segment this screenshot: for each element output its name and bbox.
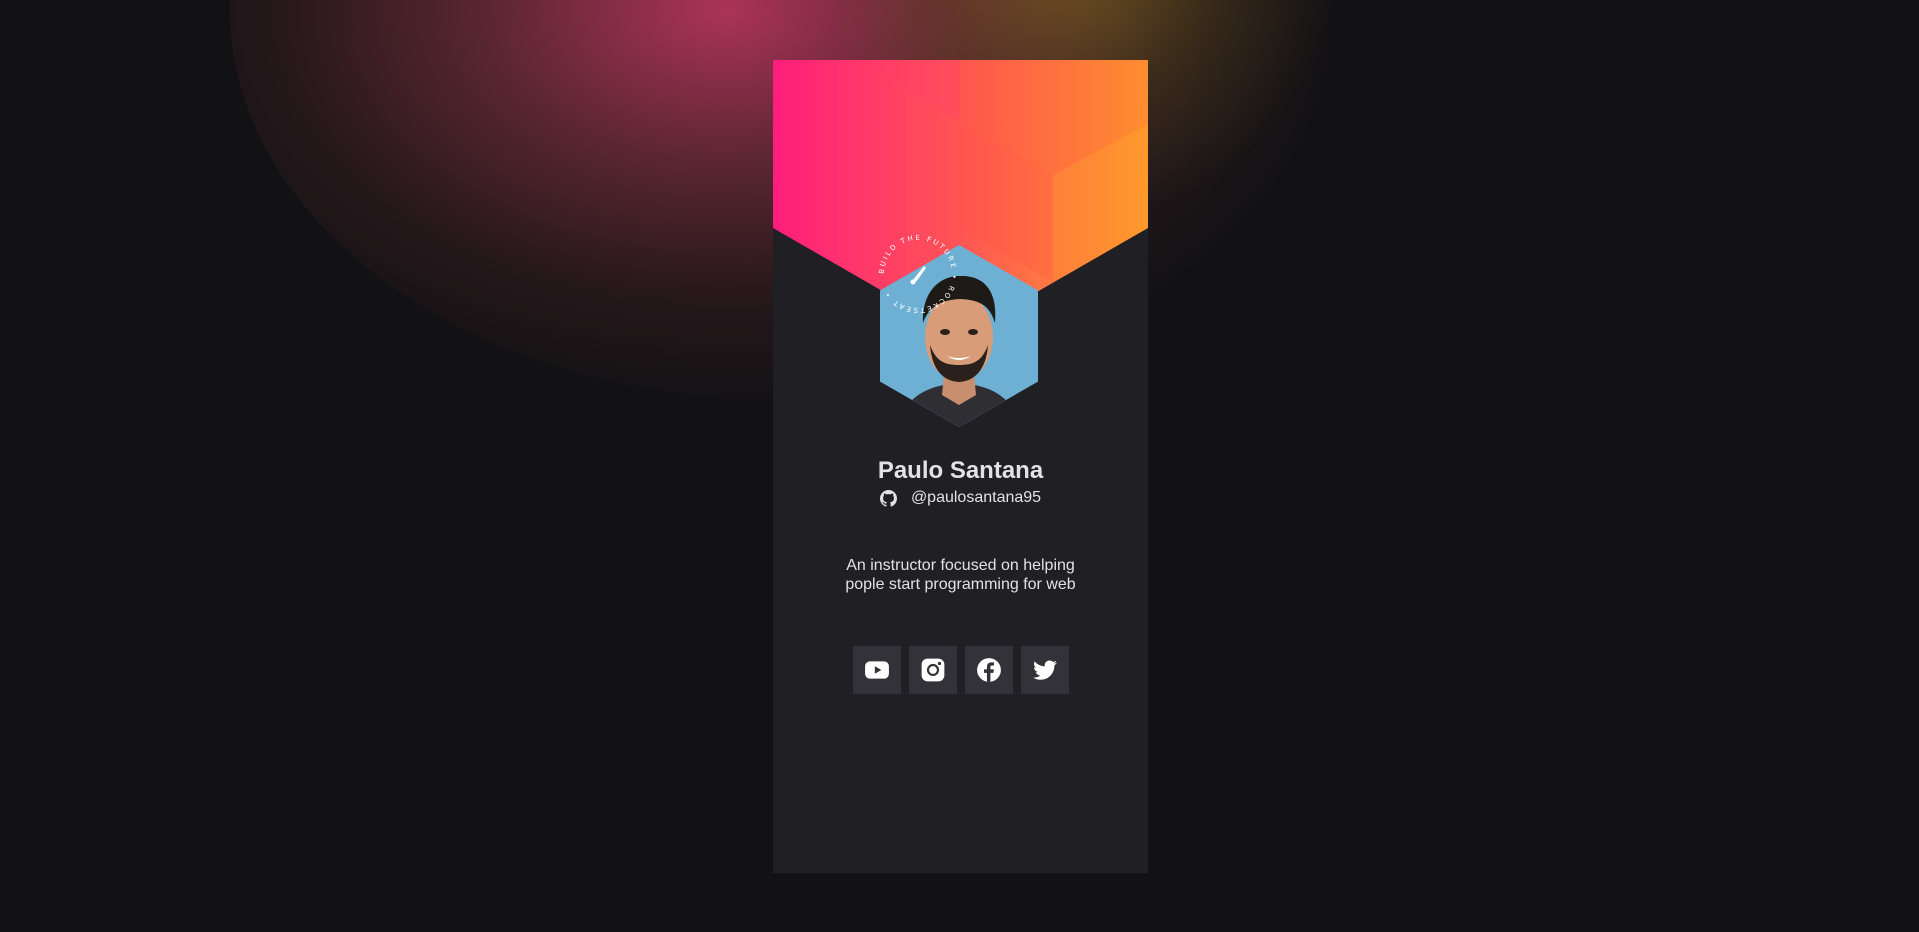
- twitter-button[interactable]: [1020, 646, 1069, 694]
- profile-card: BUILD THE FUTURE • ROCKETSEAT • Paulo Sa…: [773, 60, 1148, 873]
- profile-name: Paulo Santana: [877, 457, 1044, 484]
- youtube-button[interactable]: [852, 646, 901, 694]
- social-links: [773, 646, 1148, 694]
- avatar: BUILD THE FUTURE • ROCKETSEAT •: [876, 234, 1042, 428]
- github-link[interactable]: @paulosantana95: [773, 488, 1148, 508]
- facebook-button[interactable]: [964, 646, 1013, 694]
- rocketseat-badge: BUILD THE FUTURE • ROCKETSEAT •: [878, 234, 956, 314]
- facebook-icon: [976, 658, 1001, 682]
- github-icon: [879, 489, 897, 507]
- twitter-icon: [1032, 660, 1057, 680]
- github-handle: @paulosantana95: [910, 489, 1042, 506]
- instagram-icon: [921, 658, 944, 682]
- bio-line-1: An instructor focused on helping: [846, 557, 1075, 574]
- bio-line-2: pople start programming for web: [845, 576, 1076, 593]
- instagram-button[interactable]: [908, 646, 957, 694]
- profile-bio: An instructor focused on helping pople s…: [833, 556, 1088, 594]
- page: BUILD THE FUTURE • ROCKETSEAT • Paulo Sa…: [0, 0, 1919, 932]
- youtube-icon: [864, 661, 889, 679]
